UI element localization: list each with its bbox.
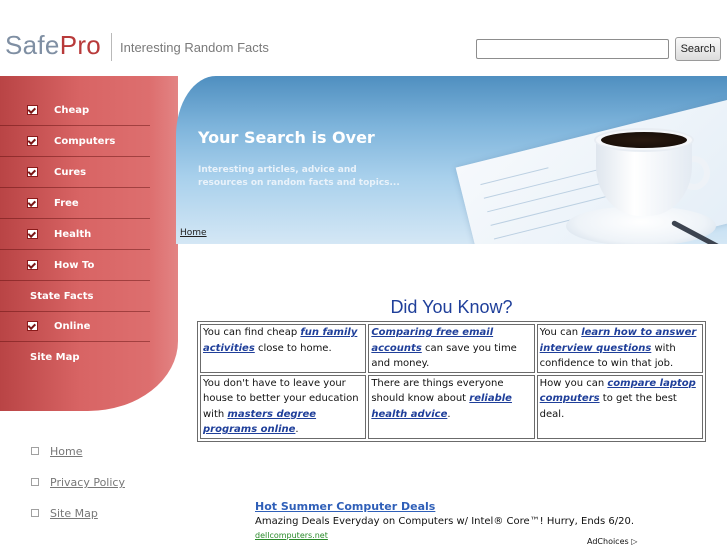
breadcrumb-home[interactable]: Home	[180, 228, 207, 238]
sidebar-item-site-map[interactable]: Site Map	[0, 342, 150, 373]
fact-cell: Comparing free email accounts can save y…	[368, 324, 535, 373]
checkbox-icon	[27, 321, 38, 331]
checkbox-icon	[27, 260, 38, 270]
footer-link-home[interactable]: Home	[31, 445, 82, 458]
sidebar-item-cures[interactable]: Cures	[0, 157, 150, 188]
sidebar-item-online[interactable]: Online	[0, 311, 150, 342]
sidebar-item-label: Computers	[54, 135, 116, 147]
did-you-know-title: Did You Know?	[390, 297, 513, 317]
sidebar-item-health[interactable]: Health	[0, 219, 150, 250]
sidebar-item-state-facts[interactable]: State Facts	[0, 281, 150, 312]
square-bullet-icon	[31, 509, 39, 517]
sidebar-item-label: State Facts	[30, 290, 94, 302]
sidebar-item-label: Cures	[54, 166, 87, 178]
sidebar-item-how-to[interactable]: How To	[0, 250, 150, 281]
footer-link-privacy[interactable]: Privacy Policy	[31, 476, 125, 489]
checkbox-icon	[27, 136, 38, 146]
sidebar-item-label: Cheap	[54, 104, 90, 116]
checkbox-icon	[27, 167, 38, 177]
square-bullet-icon	[31, 447, 39, 455]
search-button[interactable]: Search	[675, 37, 721, 61]
sidebar-shine	[150, 76, 178, 411]
fact-cell: There are things everyone should know ab…	[368, 374, 535, 439]
fact-cell: You can find cheap fun family activities…	[200, 324, 367, 373]
fact-cell: How you can compare laptop computers to …	[536, 374, 703, 439]
footer-link-label[interactable]: Site Map	[50, 507, 98, 520]
site-tagline: Interesting Random Facts	[120, 40, 269, 55]
ad-description: Amazing Deals Everyday on Computers w/ I…	[255, 516, 635, 527]
fact-cell: You can learn how to answer interview qu…	[536, 324, 703, 373]
hero-subtitle: Interesting articles, advice and resourc…	[198, 165, 400, 188]
ad-url-link[interactable]: dellcomputers.net	[255, 531, 328, 540]
sidebar-item-computers[interactable]: Computers	[0, 126, 150, 157]
sidebar-item-label: Online	[54, 320, 91, 332]
hero-banner: Your Search is Over Interesting articles…	[176, 76, 727, 244]
logo-text-pro: Pro	[59, 30, 102, 60]
adchoices-link[interactable]: AdChoices ▷	[587, 537, 637, 545]
sidebar-nav: Cheap Computers Cures Free Health How To…	[0, 76, 178, 411]
footer-link-label[interactable]: Home	[50, 445, 82, 458]
coffee-illustration	[601, 132, 687, 148]
hero-title: Your Search is Over	[198, 128, 375, 147]
checkbox-icon	[27, 229, 38, 239]
sidebar-item-label: Site Map	[30, 352, 80, 363]
checkbox-icon	[27, 105, 38, 115]
logo-divider	[111, 33, 112, 61]
footer-link-site-map[interactable]: Site Map	[31, 507, 98, 520]
sidebar-item-free[interactable]: Free	[0, 188, 150, 219]
site-logo[interactable]: SafePro	[5, 30, 101, 61]
sidebar-item-cheap[interactable]: Cheap	[0, 95, 150, 126]
checkbox-icon	[27, 198, 38, 208]
ad-title-link[interactable]: Hot Summer Computer Deals	[255, 500, 435, 513]
sidebar-item-label: Health	[54, 228, 92, 240]
sidebar-item-label: How To	[54, 259, 95, 271]
sidebar-item-label: Free	[54, 197, 79, 209]
fact-cell: You don't have to leave your house to be…	[200, 374, 367, 439]
footer-link-label[interactable]: Privacy Policy	[50, 476, 125, 489]
facts-table: You can find cheap fun family activities…	[197, 321, 706, 442]
page: SafePro Interesting Random Facts Search …	[0, 0, 727, 545]
logo-text-safe: Safe	[5, 30, 60, 60]
square-bullet-icon	[31, 478, 39, 486]
search-input[interactable]	[476, 39, 669, 59]
